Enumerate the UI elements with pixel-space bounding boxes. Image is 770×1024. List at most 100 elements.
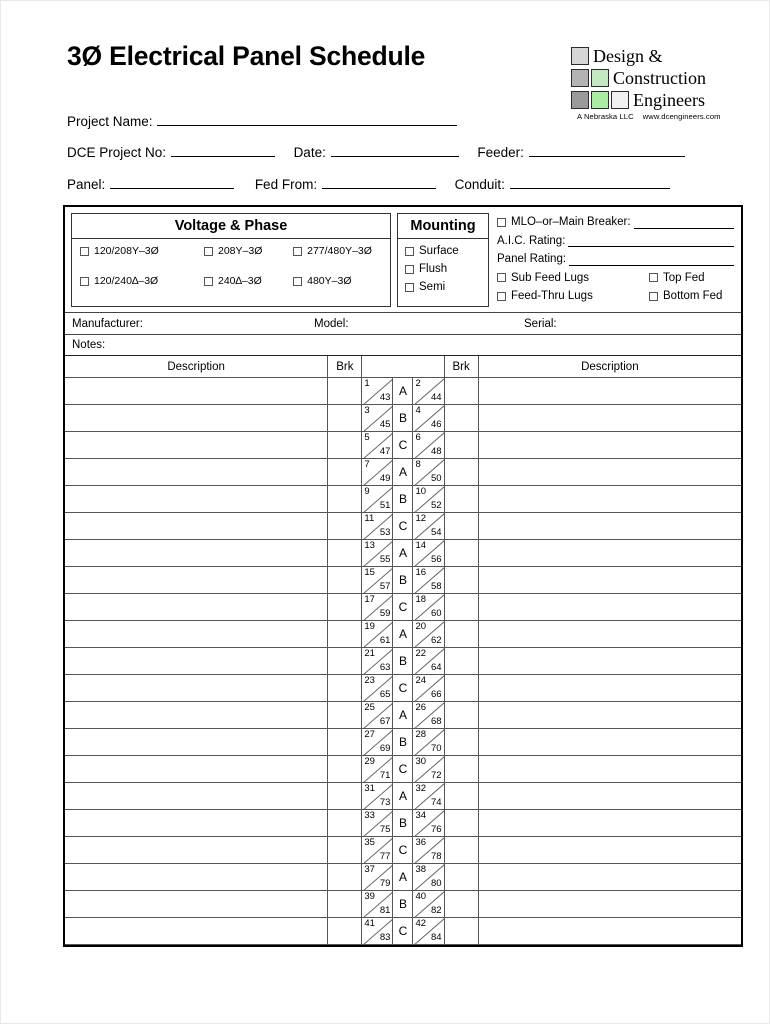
- checkbox-icon[interactable]: [293, 246, 303, 256]
- circuit-description-left[interactable]: [65, 593, 329, 621]
- circuit-description-left[interactable]: [65, 404, 329, 432]
- circuit-description-right[interactable]: [477, 674, 741, 702]
- circuit-description-left[interactable]: [65, 836, 329, 864]
- circuit-description-right[interactable]: [477, 728, 741, 756]
- circuit-description-left[interactable]: [65, 755, 329, 783]
- circuit-description-left[interactable]: [65, 431, 329, 459]
- circuit-description-left[interactable]: [65, 917, 329, 945]
- mounting-option-surface[interactable]: Surface: [405, 242, 488, 260]
- aic-rating-row[interactable]: A.I.C. Rating:: [497, 232, 734, 251]
- checkbox-icon[interactable]: [204, 246, 213, 256]
- circuit-breaker-left[interactable]: [327, 620, 363, 648]
- circuit-description-left[interactable]: [65, 620, 329, 648]
- dce-project-no-input[interactable]: [170, 143, 275, 157]
- checkbox-icon[interactable]: [405, 246, 414, 256]
- circuit-description-right[interactable]: [477, 836, 741, 864]
- circuit-description-right[interactable]: [477, 539, 741, 567]
- circuit-breaker-right[interactable]: [443, 539, 479, 567]
- circuit-description-left[interactable]: [65, 377, 329, 405]
- circuit-breaker-left[interactable]: [327, 539, 363, 567]
- circuit-description-left[interactable]: [65, 512, 329, 540]
- checkbox-icon[interactable]: [204, 276, 213, 286]
- circuit-description-right[interactable]: [477, 566, 741, 594]
- fed-from-input[interactable]: [321, 175, 436, 189]
- circuit-description-left[interactable]: [65, 539, 329, 567]
- mlo-main-breaker-input[interactable]: [633, 216, 734, 229]
- circuit-description-left[interactable]: [65, 458, 329, 486]
- circuit-breaker-left[interactable]: [327, 485, 363, 513]
- model-field[interactable]: Model:: [314, 318, 524, 330]
- panel-rating-row[interactable]: Panel Rating:: [497, 250, 734, 269]
- circuit-description-right[interactable]: [477, 890, 741, 918]
- circuit-description-left[interactable]: [65, 728, 329, 756]
- mounting-option-semi[interactable]: Semi: [405, 278, 488, 296]
- circuit-breaker-left[interactable]: [327, 512, 363, 540]
- circuit-description-left[interactable]: [65, 566, 329, 594]
- circuit-breaker-right[interactable]: [443, 566, 479, 594]
- aic-rating-input[interactable]: [568, 234, 734, 248]
- circuit-breaker-right[interactable]: [443, 647, 479, 675]
- mounting-option-flush[interactable]: Flush: [405, 260, 488, 278]
- circuit-breaker-right[interactable]: [443, 755, 479, 783]
- circuit-description-left[interactable]: [65, 485, 329, 513]
- circuit-breaker-left[interactable]: [327, 728, 363, 756]
- circuit-description-right[interactable]: [477, 620, 741, 648]
- circuit-description-right[interactable]: [477, 593, 741, 621]
- circuit-breaker-right[interactable]: [443, 890, 479, 918]
- circuit-description-left[interactable]: [65, 674, 329, 702]
- circuit-breaker-left[interactable]: [327, 755, 363, 783]
- circuit-description-right[interactable]: [477, 404, 741, 432]
- circuit-breaker-left[interactable]: [327, 647, 363, 675]
- project-name-input[interactable]: [157, 112, 458, 126]
- voltage-option-120-240d[interactable]: 120/240∆–3Ø: [72, 275, 204, 287]
- circuit-breaker-left[interactable]: [327, 701, 363, 729]
- checkbox-icon[interactable]: [649, 273, 658, 283]
- circuit-breaker-right[interactable]: [443, 782, 479, 810]
- circuit-breaker-right[interactable]: [443, 485, 479, 513]
- checkbox-icon[interactable]: [80, 246, 89, 256]
- circuit-description-right[interactable]: [477, 701, 741, 729]
- circuit-breaker-right[interactable]: [443, 863, 479, 891]
- checkbox-icon[interactable]: [497, 273, 506, 283]
- circuit-breaker-left[interactable]: [327, 809, 363, 837]
- circuit-description-left[interactable]: [65, 782, 329, 810]
- checkbox-icon[interactable]: [649, 291, 658, 301]
- checkbox-icon[interactable]: [405, 264, 414, 274]
- circuit-breaker-right[interactable]: [443, 728, 479, 756]
- panel-rating-input[interactable]: [569, 253, 734, 266]
- voltage-option-120-208y[interactable]: 120/208Y–3Ø: [72, 245, 204, 257]
- checkbox-icon[interactable]: [293, 276, 303, 286]
- circuit-breaker-left[interactable]: [327, 863, 363, 891]
- circuit-description-right[interactable]: [477, 863, 741, 891]
- voltage-option-208y[interactable]: 208Y–3Ø: [204, 245, 293, 257]
- circuit-description-left[interactable]: [65, 701, 329, 729]
- circuit-breaker-right[interactable]: [443, 404, 479, 432]
- date-input[interactable]: [330, 143, 459, 157]
- panel-input[interactable]: [110, 175, 235, 189]
- circuit-breaker-left[interactable]: [327, 431, 363, 459]
- checkbox-icon[interactable]: [497, 217, 506, 227]
- circuit-description-left[interactable]: [65, 647, 329, 675]
- circuit-breaker-right[interactable]: [443, 377, 479, 405]
- top-fed-option[interactable]: Top Fed: [649, 272, 705, 284]
- sub-feed-lugs-option[interactable]: Sub Feed Lugs: [497, 272, 649, 284]
- circuit-breaker-right[interactable]: [443, 458, 479, 486]
- circuit-breaker-left[interactable]: [327, 890, 363, 918]
- circuit-description-right[interactable]: [477, 485, 741, 513]
- circuit-description-right[interactable]: [477, 431, 741, 459]
- circuit-breaker-left[interactable]: [327, 458, 363, 486]
- circuit-description-right[interactable]: [477, 377, 741, 405]
- voltage-option-240d[interactable]: 240∆–3Ø: [204, 275, 293, 287]
- circuit-breaker-left[interactable]: [327, 593, 363, 621]
- checkbox-icon[interactable]: [405, 282, 414, 292]
- circuit-breaker-left[interactable]: [327, 377, 363, 405]
- circuit-breaker-left[interactable]: [327, 917, 363, 945]
- circuit-description-right[interactable]: [477, 512, 741, 540]
- voltage-option-277-480y[interactable]: 277/480Y–3Ø: [293, 245, 390, 257]
- feed-thru-lugs-option[interactable]: Feed-Thru Lugs: [497, 290, 649, 302]
- circuit-breaker-right[interactable]: [443, 512, 479, 540]
- circuit-breaker-right[interactable]: [443, 836, 479, 864]
- circuit-breaker-right[interactable]: [443, 431, 479, 459]
- circuit-breaker-right[interactable]: [443, 701, 479, 729]
- logo-tagline-url[interactable]: www.dcengineers.com: [643, 112, 721, 121]
